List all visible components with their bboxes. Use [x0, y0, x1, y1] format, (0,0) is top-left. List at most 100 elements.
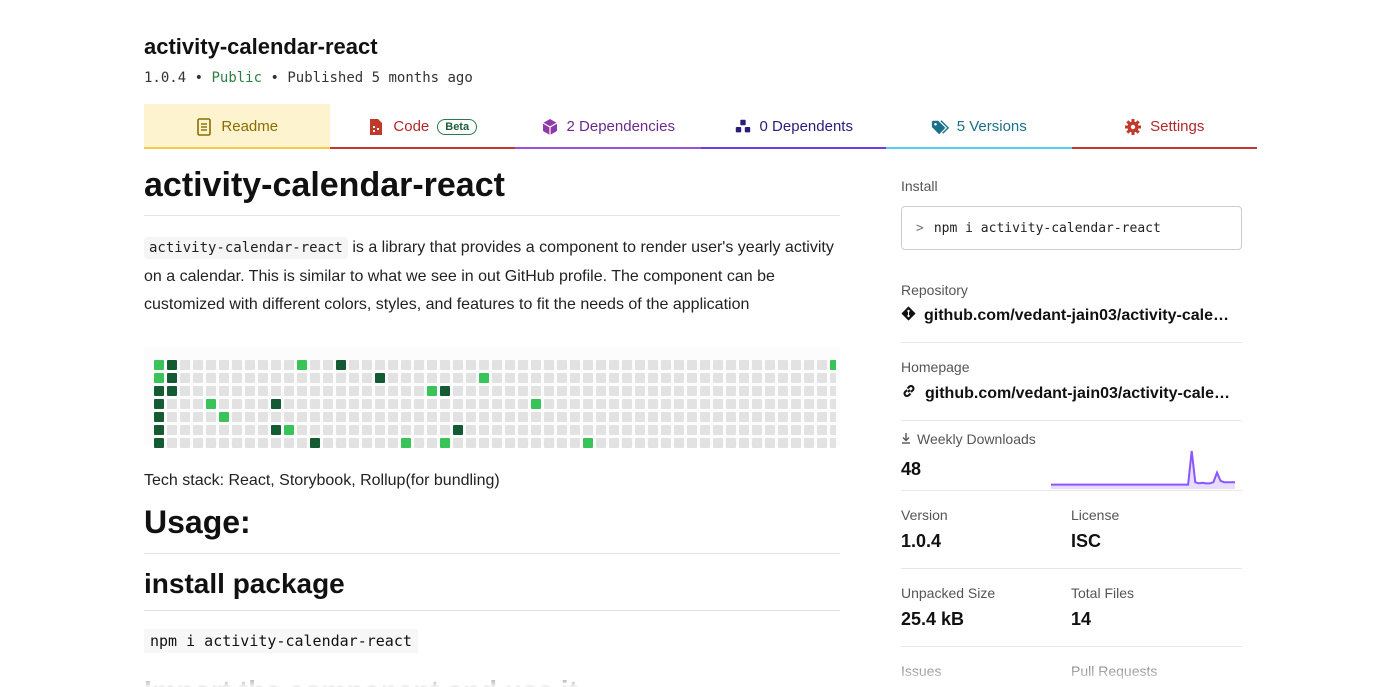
calendar-day-cell	[284, 424, 294, 435]
calendar-day-cell	[453, 372, 463, 383]
calendar-day-cell	[583, 437, 593, 448]
calendar-day-cell	[492, 424, 502, 435]
calendar-day-cell	[258, 385, 268, 396]
calendar-day-cell	[206, 398, 216, 409]
calendar-day-cell	[531, 411, 541, 422]
visibility-label: Public	[211, 70, 263, 86]
install-command-text: npm i activity-calendar-react	[933, 220, 1161, 236]
tab-versions[interactable]: 5 Versions	[886, 104, 1072, 149]
calendar-day-cell	[479, 359, 489, 370]
calendar-day-cell	[661, 424, 671, 435]
calendar-day-cell	[661, 372, 671, 383]
readme-icon	[195, 117, 213, 136]
usage-heading: Usage:	[144, 504, 840, 554]
calendar-day-cell	[661, 411, 671, 422]
calendar-day-cell	[323, 437, 333, 448]
calendar-day-cell	[752, 424, 762, 435]
tab-dependents[interactable]: 0 Dependents	[700, 104, 887, 149]
calendar-day-cell	[284, 398, 294, 409]
calendar-day-cell	[154, 359, 164, 370]
calendar-day-cell	[336, 385, 346, 396]
calendar-day-cell	[466, 372, 476, 383]
calendar-day-cell	[219, 411, 229, 422]
calendar-day-cell	[557, 411, 567, 422]
calendar-day-cell	[362, 437, 372, 448]
calendar-day-cell	[440, 359, 450, 370]
homepage-section: Homepage github.com/vedant-jain03/activi…	[901, 359, 1242, 421]
calendar-day-cell	[206, 385, 216, 396]
calendar-day-cell	[518, 411, 528, 422]
calendar-day-cell	[310, 424, 320, 435]
tab-readme[interactable]: Readme	[144, 104, 330, 149]
pull-requests-block[interactable]: Pull Requests	[1071, 663, 1241, 679]
license-label: License	[1071, 507, 1120, 523]
issues-block[interactable]: Issues	[901, 663, 1071, 679]
calendar-day-cell	[635, 359, 645, 370]
calendar-day-cell	[375, 359, 385, 370]
calendar-day-cell	[219, 424, 229, 435]
calendar-day-cell	[518, 398, 528, 409]
calendar-day-cell	[804, 437, 814, 448]
calendar-day-cell	[232, 398, 242, 409]
calendar-day-cell	[505, 411, 515, 422]
install-command-box[interactable]: > npm i activity-calendar-react	[901, 206, 1242, 250]
calendar-day-cell	[765, 385, 775, 396]
calendar-day-cell	[258, 372, 268, 383]
calendar-day-cell	[388, 398, 398, 409]
calendar-day-cell	[427, 372, 437, 383]
calendar-day-cell	[778, 385, 788, 396]
calendar-day-cell	[505, 385, 515, 396]
tab-code[interactable]: Code Beta	[329, 104, 516, 149]
calendar-day-cell	[544, 437, 554, 448]
calendar-day-cell	[297, 372, 307, 383]
tab-settings[interactable]: Settings	[1071, 104, 1258, 149]
calendar-day-cell	[362, 372, 372, 383]
calendar-day-cell	[531, 385, 541, 396]
repository-link[interactable]: github.com/vedant-jain03/activity-cale…	[901, 306, 1242, 326]
code-file-icon	[367, 118, 385, 136]
calendar-day-cell	[258, 424, 268, 435]
calendar-day-cell	[427, 398, 437, 409]
calendar-day-cell	[362, 385, 372, 396]
calendar-day-cell	[375, 411, 385, 422]
calendar-day-cell	[674, 372, 684, 383]
calendar-day-cell	[700, 424, 710, 435]
calendar-day-cell	[804, 398, 814, 409]
calendar-day-cell	[544, 372, 554, 383]
homepage-url: github.com/vedant-jain03/activity-cale…	[925, 384, 1230, 402]
calendar-day-cell	[323, 398, 333, 409]
calendar-day-cell	[206, 359, 216, 370]
calendar-day-cell	[609, 424, 619, 435]
calendar-day-cell	[531, 398, 541, 409]
beta-badge: Beta	[437, 118, 478, 135]
calendar-day-cell	[635, 385, 645, 396]
gear-icon	[1124, 118, 1142, 136]
tab-versions-label: 5 Versions	[956, 118, 1027, 135]
calendar-day-cell	[713, 359, 723, 370]
calendar-day-cell	[453, 437, 463, 448]
calendar-day-cell	[180, 398, 190, 409]
calendar-day-cell	[193, 424, 203, 435]
calendar-day-cell	[531, 372, 541, 383]
calendar-day-cell	[258, 437, 268, 448]
calendar-day-cell	[661, 437, 671, 448]
calendar-day-cell	[557, 424, 567, 435]
downloads-label-text: Weekly Downloads	[917, 431, 1036, 447]
calendar-day-cell	[336, 437, 346, 448]
calendar-day-cell	[726, 411, 736, 422]
calendar-day-cell	[427, 359, 437, 370]
calendar-day-cell	[544, 398, 554, 409]
calendar-day-cell	[167, 398, 177, 409]
calendar-day-cell	[817, 411, 827, 422]
calendar-day-cell	[687, 359, 697, 370]
homepage-link[interactable]: github.com/vedant-jain03/activity-cale…	[901, 383, 1242, 404]
calendar-day-cell	[531, 437, 541, 448]
calendar-day-cell	[297, 424, 307, 435]
calendar-day-cell	[713, 398, 723, 409]
tab-dependencies[interactable]: 2 Dependencies	[515, 104, 701, 149]
downloads-section: Weekly Downloads 48	[901, 431, 1242, 491]
sparkline-line	[1051, 450, 1235, 486]
issues-pulls-row: Issues Pull Requests	[901, 663, 1242, 679]
calendar-day-cell	[349, 398, 359, 409]
calendar-day-cell	[362, 398, 372, 409]
